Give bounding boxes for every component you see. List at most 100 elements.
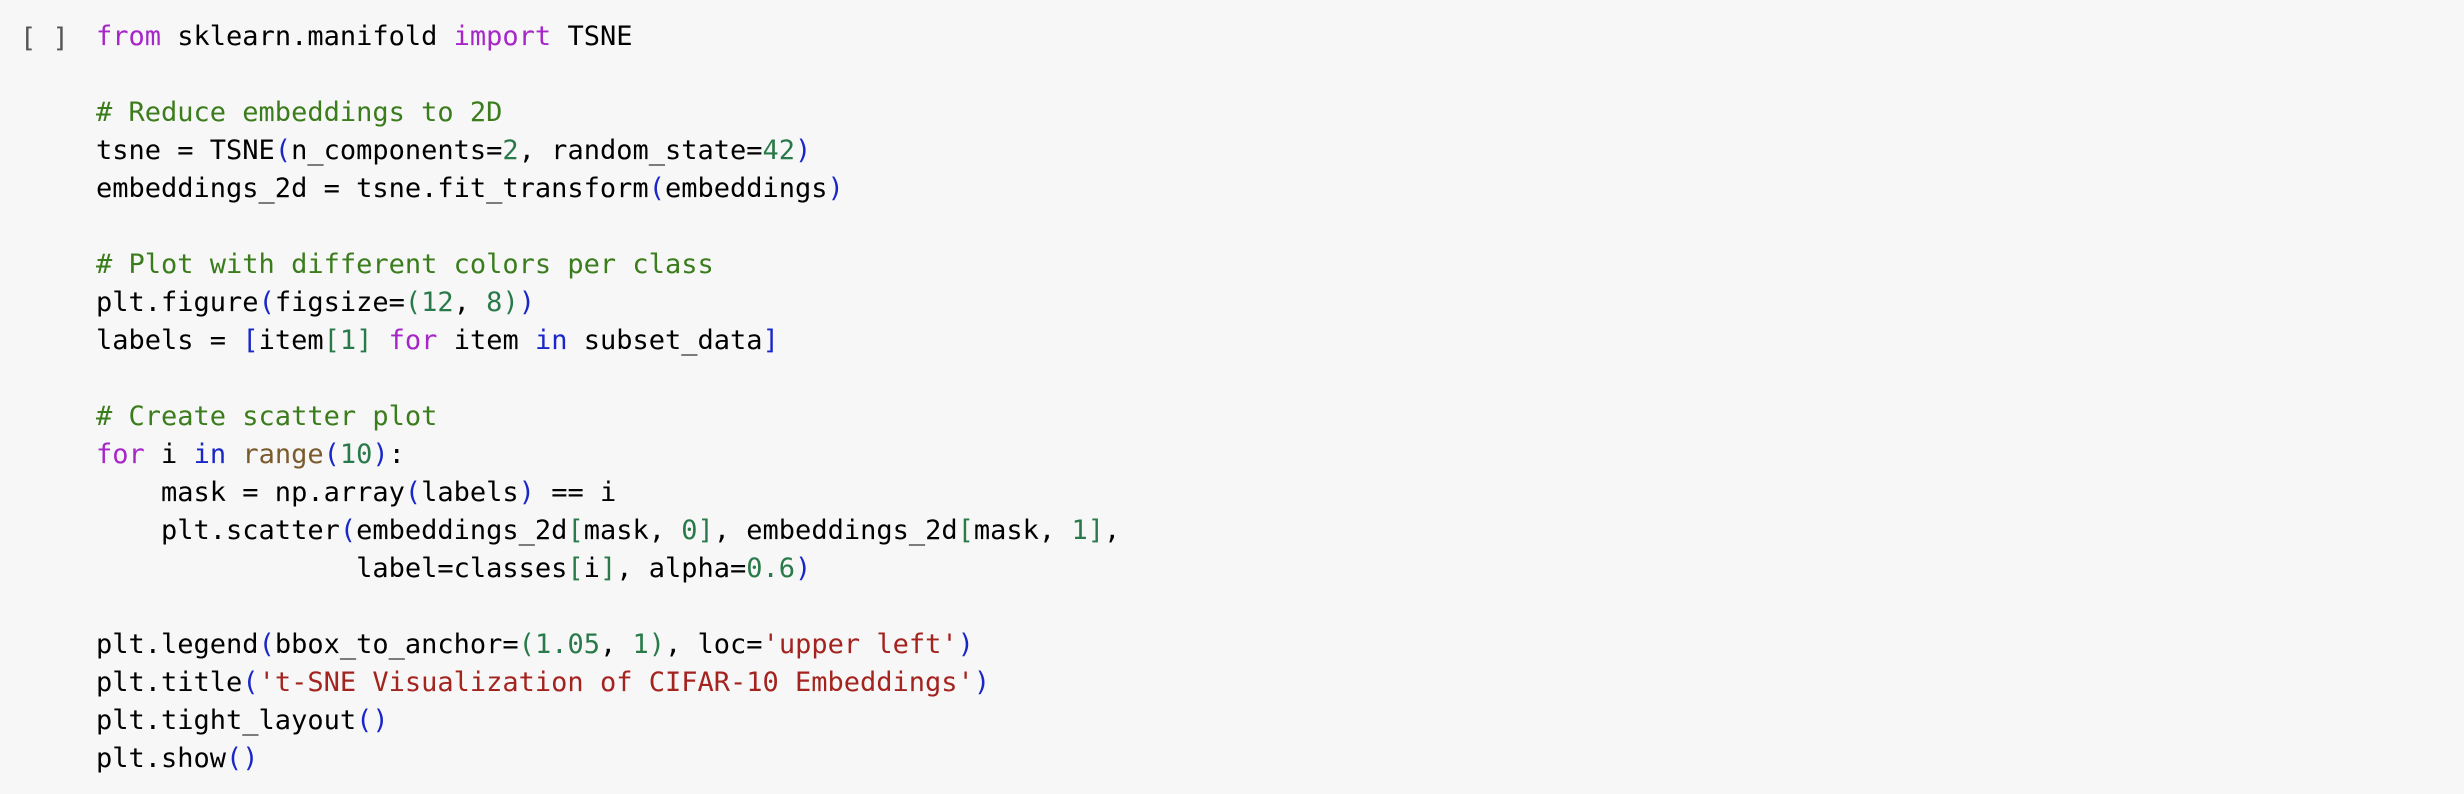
code-cell[interactable]: [ ] from sklearn.manifold import TSNE # R…	[0, 0, 2464, 794]
code-token: bbox_to_anchor=	[274, 629, 519, 660]
code-token: labels =	[96, 325, 243, 356]
code-token: item	[258, 325, 324, 356]
code-line: mask = np.array(labels) == i	[96, 474, 1120, 512]
code-token: plt.tight_layout	[96, 705, 357, 736]
code-line: plt.tight_layout()	[96, 702, 1120, 740]
code-line: # Reduce embeddings to 2D	[96, 94, 1120, 132]
code-token: ,	[453, 287, 487, 318]
code-line: embeddings_2d = tsne.fit_transform(embed…	[96, 170, 1120, 208]
code-token: in	[534, 325, 568, 356]
code-token: plt.show	[96, 743, 227, 774]
code-token: plt.figure	[96, 287, 259, 318]
code-token: )	[372, 439, 389, 470]
code-token: plt.scatter	[96, 515, 340, 546]
code-token: plt.legend	[96, 629, 259, 660]
code-token: (	[339, 515, 357, 546]
code-token: (	[518, 629, 535, 660]
code-token: )	[827, 173, 844, 204]
code-token: # Plot with different colors per class	[96, 249, 714, 280]
code-token: [	[567, 553, 584, 584]
code-token: # Create scatter plot	[96, 401, 438, 432]
code-token: TSNE	[551, 21, 633, 52]
code-line: plt.figure(figsize=(12, 8))	[96, 284, 1120, 322]
code-token: 'upper left'	[762, 629, 958, 660]
code-token: embeddings	[664, 173, 828, 204]
code-token: i	[144, 439, 194, 470]
code-line: plt.legend(bbox_to_anchor=(1.05, 1), loc…	[96, 626, 1120, 664]
code-token: for	[388, 325, 438, 356]
code-token: 1	[1071, 515, 1088, 546]
code-token: , loc=	[665, 629, 763, 660]
code-line: label=classes[i], alpha=0.6)	[96, 550, 1120, 588]
code-token: item	[437, 325, 535, 356]
code-line: plt.title('t-SNE Visualization of CIFAR-…	[96, 664, 1120, 702]
code-token: (	[258, 287, 275, 318]
code-token: 1	[632, 629, 649, 660]
code-token: sklearn.manifold	[161, 21, 454, 52]
code-token: in	[193, 439, 227, 470]
code-token: 10	[339, 439, 373, 470]
code-token: [	[242, 325, 259, 356]
code-token: ]	[1087, 515, 1104, 546]
code-line: for i in range(10):	[96, 436, 1120, 474]
code-line: from sklearn.manifold import TSNE	[96, 18, 1120, 56]
code-token: subset_data	[567, 325, 763, 356]
code-token: labels	[421, 477, 519, 508]
code-token: label=classes	[96, 553, 568, 584]
code-line: plt.scatter(embeddings_2d[mask, 0], embe…	[96, 512, 1120, 550]
code-token: (	[274, 135, 292, 166]
code-editor[interactable]: from sklearn.manifold import TSNE # Reduc…	[96, 18, 1120, 778]
run-cell-indicator[interactable]: [ ]	[20, 20, 69, 58]
code-token: , embeddings_2d	[713, 515, 958, 546]
code-line: plt.show()	[96, 740, 1120, 778]
code-token: )	[502, 287, 519, 318]
code-token: , alpha=	[616, 553, 747, 584]
code-token: mask,	[583, 515, 682, 546]
code-token: 42	[762, 135, 796, 166]
code-token: )	[957, 629, 974, 660]
code-line: # Create scatter plot	[96, 398, 1120, 436]
code-token: (	[404, 287, 422, 318]
code-token: , random_state=	[518, 135, 763, 166]
code-token: range	[242, 439, 324, 470]
code-token: )	[973, 667, 991, 698]
code-token: (	[404, 477, 422, 508]
code-token: ]	[599, 553, 617, 584]
code-token: ]	[762, 325, 779, 356]
code-token: i	[583, 553, 600, 584]
code-token: # Reduce embeddings to 2D	[96, 97, 503, 128]
code-token: ()	[356, 705, 389, 736]
code-token: for	[96, 439, 145, 470]
code-token: (	[242, 667, 259, 698]
code-token: (	[258, 629, 275, 660]
code-token: )	[518, 287, 535, 318]
code-line: tsne = TSNE(n_components=2, random_state…	[96, 132, 1120, 170]
code-token: )	[795, 135, 812, 166]
code-token: ()	[226, 743, 259, 774]
code-token: 8	[486, 287, 503, 318]
code-token: )	[795, 553, 812, 584]
code-token: 0	[681, 515, 698, 546]
code-token: n_components=	[291, 135, 503, 166]
code-token: :	[388, 439, 405, 470]
code-token: from	[96, 21, 162, 52]
code-token: 1.05	[534, 629, 600, 660]
code-token: embeddings_2d = tsne.fit_transform	[96, 173, 649, 204]
code-token: plt.title	[96, 667, 243, 698]
code-token: import	[453, 21, 552, 52]
code-token: embeddings_2d	[356, 515, 568, 546]
code-token: mask,	[973, 515, 1072, 546]
code-token: ,	[1103, 515, 1121, 546]
code-token: 2	[502, 135, 519, 166]
code-token: (	[323, 439, 340, 470]
code-token: 12	[421, 287, 454, 318]
code-token: 0.6	[746, 553, 796, 584]
code-token: figsize=	[274, 287, 405, 318]
code-token: [	[567, 515, 584, 546]
code-token: (	[648, 173, 665, 204]
code-line: labels = [item[1] for item in subset_dat…	[96, 322, 1120, 360]
